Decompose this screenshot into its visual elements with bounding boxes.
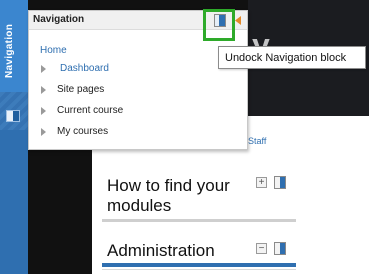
expand-arrow-icon[interactable]: [41, 107, 46, 115]
nav-link-home[interactable]: Home: [40, 45, 67, 56]
expand-arrow-icon[interactable]: [41, 65, 46, 73]
dock-block-icon[interactable]: [6, 110, 20, 122]
tooltip-text: Undock Navigation block: [225, 52, 347, 64]
block-title-find-modules: How to find your modules: [107, 176, 230, 215]
nav-item-label: Dashboard: [60, 63, 109, 74]
expand-block-button[interactable]: +: [256, 177, 267, 188]
expand-arrow-icon[interactable]: [41, 128, 46, 136]
block-accent-divider: [102, 263, 296, 267]
dock-bar: Navigation: [0, 0, 28, 274]
collapse-arrow-icon[interactable]: [234, 15, 242, 26]
nav-item-label: My courses: [57, 126, 109, 137]
block-title-administration: Administration: [107, 241, 215, 260]
tooltip: Undock Navigation block: [218, 46, 366, 69]
highlight-box: [203, 9, 235, 41]
block-divider: [102, 219, 296, 222]
navigation-block-title: Navigation: [33, 14, 85, 25]
dock-block-icon[interactable]: [274, 242, 286, 255]
dock-tab-navigation[interactable]: Navigation: [0, 0, 28, 92]
staff-link[interactable]: Staff: [248, 136, 266, 146]
nav-item-label: Site pages: [57, 84, 105, 95]
expand-arrow-icon[interactable]: [41, 86, 46, 94]
collapse-block-button[interactable]: −: [256, 243, 267, 254]
nav-item-label: Current course: [57, 105, 124, 116]
page: y Staff How to find your modules + Admin…: [0, 0, 369, 274]
block-divider: [102, 269, 296, 270]
dock-block-icon[interactable]: [274, 176, 286, 189]
dock-tab-label: Navigation: [4, 23, 15, 78]
